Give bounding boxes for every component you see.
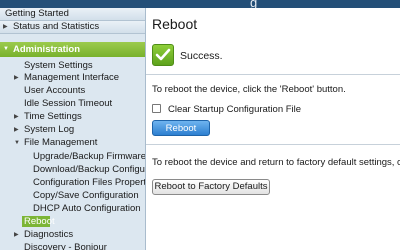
top-banner: g bbox=[0, 0, 400, 10]
sidebar-item-file-management[interactable]: ▼ File Management bbox=[0, 137, 145, 149]
collapse-arrow-icon: ▼ bbox=[14, 140, 20, 146]
sidebar-item-discovery-bonjour[interactable]: Discovery - Bonjour bbox=[0, 242, 145, 250]
expand-arrow-icon: ▶ bbox=[14, 127, 19, 133]
reboot-instruction: To reboot the device, click the 'Reboot'… bbox=[152, 84, 346, 95]
sidebar-item-upgrade-backup-firmware[interactable]: Upgrade/Backup Firmware/L bbox=[0, 151, 146, 163]
sidebar-item-label: Copy/Save Configuration bbox=[33, 190, 139, 201]
factory-reset-instruction: To reboot the device and return to facto… bbox=[152, 157, 400, 168]
expand-arrow-icon: ▶ bbox=[3, 24, 8, 30]
sidebar-item-label: System Settings bbox=[24, 60, 93, 71]
sidebar-item-label: Status and Statistics bbox=[13, 21, 100, 32]
sidebar-item-label: Upgrade/Backup Firmware/L bbox=[33, 151, 146, 162]
sidebar-item-idle-session-timeout[interactable]: Idle Session Timeout bbox=[0, 98, 145, 110]
sidebar-nav: Getting Started ▶ Status and Statistics … bbox=[0, 8, 146, 250]
sidebar-item-download-backup-configuration[interactable]: Download/Backup Configura bbox=[0, 164, 146, 176]
divider bbox=[146, 144, 400, 145]
sidebar-item-label: Administration bbox=[13, 44, 81, 55]
success-message: Success. bbox=[180, 50, 223, 62]
sidebar-item-label: Discovery - Bonjour bbox=[24, 242, 107, 250]
sidebar-item-label: Reboot bbox=[22, 216, 55, 227]
reboot-to-factory-defaults-button[interactable]: Reboot to Factory Defaults bbox=[152, 179, 270, 195]
sidebar-item-time-settings[interactable]: ▶ Time Settings bbox=[0, 111, 145, 123]
sidebar-item-configuration-files-properties[interactable]: Configuration Files Propertie bbox=[0, 177, 146, 189]
sidebar-item-label: DHCP Auto Configuration bbox=[33, 203, 141, 214]
sidebar-item-label: Download/Backup Configura bbox=[33, 164, 146, 175]
sidebar-item-dhcp-auto-configuration[interactable]: DHCP Auto Configuration bbox=[0, 203, 145, 215]
clear-startup-config-label: Clear Startup Configuration File bbox=[168, 104, 302, 115]
sidebar-item-label: Getting Started bbox=[5, 8, 69, 19]
sidebar-item-management-interface[interactable]: ▶ Management Interface bbox=[0, 72, 145, 84]
main-content: Reboot Success. To reboot the device, cl… bbox=[146, 8, 400, 250]
clear-startup-config-checkbox[interactable] bbox=[152, 104, 161, 113]
page-title: Reboot bbox=[152, 16, 198, 32]
sidebar-item-user-accounts[interactable]: User Accounts bbox=[0, 85, 145, 97]
expand-arrow-icon: ▶ bbox=[14, 75, 19, 81]
sidebar-item-label: System Log bbox=[24, 124, 75, 135]
expand-arrow-icon: ▶ bbox=[14, 232, 19, 238]
sidebar-item-label: File Management bbox=[24, 137, 98, 148]
sidebar-item-system-settings[interactable]: System Settings bbox=[0, 60, 145, 72]
divider bbox=[146, 74, 400, 75]
success-check-icon bbox=[152, 44, 174, 66]
expand-arrow-icon: ▶ bbox=[14, 114, 19, 120]
sidebar-section-administration[interactable]: ▼ Administration bbox=[0, 42, 145, 57]
sidebar-item-reboot[interactable]: Reboot bbox=[0, 216, 145, 228]
sidebar-item-label: Management Interface bbox=[24, 72, 120, 83]
sidebar-item-label: Configuration Files Propertie bbox=[33, 177, 146, 188]
sidebar-item-system-log[interactable]: ▶ System Log bbox=[0, 124, 145, 136]
sidebar-item-status-and-statistics[interactable]: ▶ Status and Statistics bbox=[0, 21, 145, 34]
sidebar-item-getting-started[interactable]: Getting Started bbox=[0, 8, 145, 21]
collapse-arrow-icon: ▼ bbox=[3, 46, 9, 52]
sidebar-item-diagnostics[interactable]: ▶ Diagnostics bbox=[0, 229, 145, 241]
reboot-button[interactable]: Reboot bbox=[152, 120, 210, 136]
sidebar-item-label: Diagnostics bbox=[24, 229, 74, 240]
sidebar-item-copy-save-configuration[interactable]: Copy/Save Configuration bbox=[0, 190, 145, 202]
sidebar-item-label: Idle Session Timeout bbox=[24, 98, 113, 109]
sidebar-item-label: User Accounts bbox=[24, 85, 86, 96]
sidebar-item-label: Time Settings bbox=[24, 111, 82, 122]
